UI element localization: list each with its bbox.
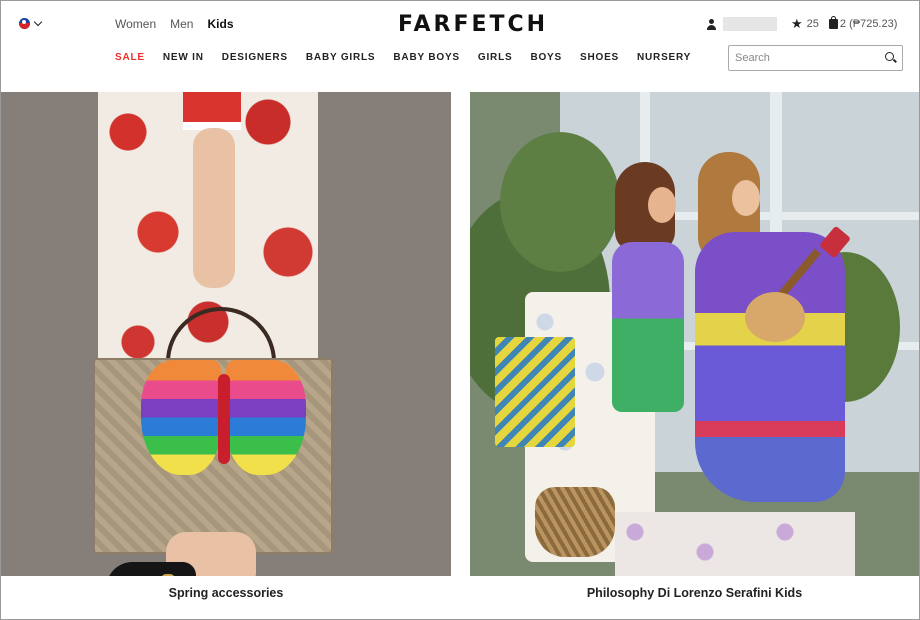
butterfly-body bbox=[218, 374, 230, 464]
sleeve-shape bbox=[183, 92, 241, 124]
search-box bbox=[728, 45, 903, 71]
basket-shape bbox=[535, 487, 615, 557]
nav-boys[interactable]: BOYS bbox=[530, 52, 562, 63]
chevron-down-icon bbox=[33, 17, 43, 26]
wing-right bbox=[226, 360, 306, 475]
nav-sale[interactable]: SALE bbox=[115, 52, 145, 63]
account-bar: ★ 25 2 (₱725.23) bbox=[706, 16, 897, 32]
nav-shoes[interactable]: SHOES bbox=[580, 52, 619, 63]
philippines-flag-icon bbox=[19, 18, 30, 29]
girl-face-shape bbox=[648, 187, 676, 223]
shoe-back-shape bbox=[106, 562, 196, 576]
account-name-placeholder[interactable] bbox=[723, 17, 777, 31]
arm-shape bbox=[193, 128, 235, 288]
butterfly-icon bbox=[141, 360, 306, 480]
nav-new-in[interactable]: NEW IN bbox=[163, 52, 204, 63]
farfetch-logo[interactable]: FARFETCH bbox=[398, 12, 548, 37]
ukulele-icon bbox=[745, 292, 805, 342]
nav-girls[interactable]: GIRLS bbox=[478, 52, 513, 63]
bench-shape bbox=[615, 512, 855, 576]
bag-icon[interactable] bbox=[828, 16, 838, 29]
promo-tile-spring-accessories[interactable]: Spring accessories bbox=[1, 92, 451, 620]
nav-nursery[interactable]: NURSERY bbox=[637, 52, 691, 63]
tile-caption[interactable]: Philosophy Di Lorenzo Serafini Kids bbox=[470, 586, 919, 600]
tab-kids[interactable]: Kids bbox=[207, 17, 233, 31]
girl-dress-shape bbox=[695, 232, 845, 502]
promo-tile-philosophy-kids[interactable]: Philosophy Di Lorenzo Serafini Kids bbox=[470, 92, 919, 620]
tab-women[interactable]: Women bbox=[115, 17, 156, 31]
tab-men[interactable]: Men bbox=[170, 17, 193, 31]
search-input[interactable] bbox=[735, 50, 875, 66]
nav-baby-boys[interactable]: BABY BOYS bbox=[393, 52, 459, 63]
promo-image-bag[interactable] bbox=[1, 92, 451, 576]
bag-summary[interactable]: 2 (₱725.23) bbox=[840, 18, 897, 30]
user-icon[interactable] bbox=[706, 18, 717, 30]
star-icon[interactable]: ★ bbox=[791, 16, 803, 32]
foliage-shape bbox=[500, 132, 620, 272]
nav-designers[interactable]: DESIGNERS bbox=[222, 52, 288, 63]
promo-image-girls[interactable] bbox=[470, 92, 919, 576]
country-selector[interactable] bbox=[19, 17, 43, 29]
gender-tabs: Women Men Kids bbox=[115, 17, 234, 31]
wing-left bbox=[141, 360, 221, 475]
girl-outfit-shape bbox=[612, 242, 684, 412]
site-header: Women Men Kids FARFETCH SALE NEW IN DESI… bbox=[0, 0, 920, 92]
main-nav: SALE NEW IN DESIGNERS BABY GIRLS BABY BO… bbox=[115, 52, 709, 63]
horsebit-icon bbox=[161, 574, 175, 576]
search-icon[interactable] bbox=[885, 52, 894, 61]
tile-caption[interactable]: Spring accessories bbox=[1, 586, 451, 600]
nav-baby-girls[interactable]: BABY GIRLS bbox=[306, 52, 376, 63]
girl-face-shape bbox=[732, 180, 760, 216]
wishlist-count[interactable]: 25 bbox=[807, 18, 819, 30]
tote-shape bbox=[495, 337, 575, 447]
